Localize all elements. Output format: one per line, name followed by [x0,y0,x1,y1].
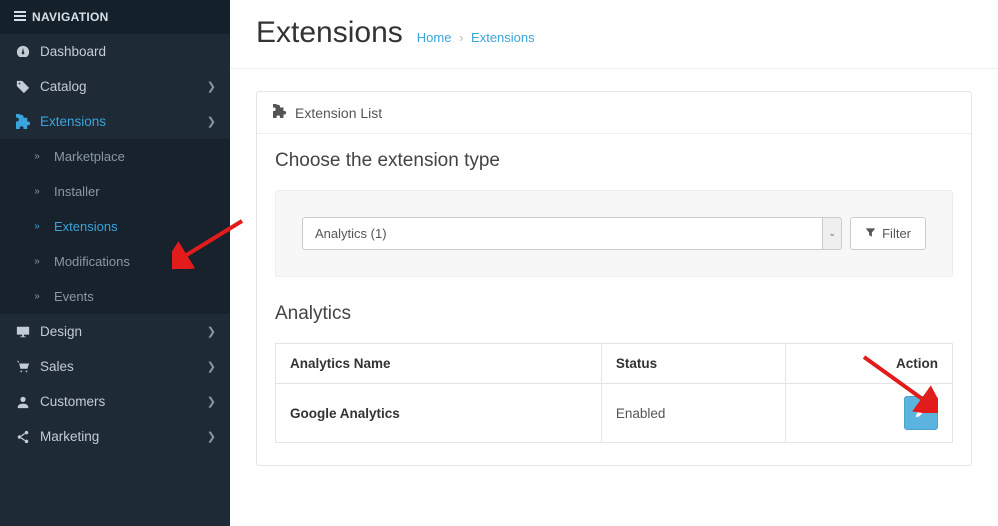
hamburger-icon [14,10,26,24]
sidebar-item-dashboard[interactable]: Dashboard [0,34,230,69]
table-row: Google Analytics Enabled [276,384,953,443]
sidebar-subitem-modifications[interactable]: » Modifications [0,244,230,279]
sidebar-item-label: Dashboard [40,44,106,59]
breadcrumb: Home › Extensions [417,30,535,45]
filter-button-label: Filter [882,226,911,241]
sidebar-item-label: Marketing [40,429,99,444]
breadcrumb-current[interactable]: Extensions [471,30,535,45]
chevron-right-icon: ❯ [207,360,216,373]
page-title: Extensions [256,16,403,50]
chevron-right-icon: ❯ [207,325,216,338]
edit-button[interactable] [904,396,938,430]
double-chevron-icon: » [28,256,46,267]
filter-button[interactable]: Filter [850,217,926,250]
sidebar-item-catalog[interactable]: Catalog ❯ [0,69,230,104]
sidebar-subitem-events[interactable]: » Events [0,279,230,314]
extension-list-panel: Extension List Choose the extension type… [256,91,972,466]
sidebar-subitem-extensions[interactable]: » Extensions [0,209,230,244]
dashboard-icon [14,45,32,59]
user-icon [14,395,32,409]
pencil-icon [914,405,928,422]
sidebar-item-label: Installer [54,184,100,199]
extension-type-select[interactable]: Analytics (1) ⌄ [302,217,842,250]
table-header-row: Analytics Name Status Action [276,344,953,384]
double-chevron-icon: » [28,291,46,302]
sidebar-item-label: Catalog [40,79,87,94]
select-value: Analytics (1) [302,217,822,250]
breadcrumb-home[interactable]: Home [417,30,452,45]
panel-title: Extension List [295,105,382,121]
analytics-table: Analytics Name Status Action Google Anal… [275,343,953,443]
breadcrumb-separator: › [459,30,463,45]
sidebar-item-sales[interactable]: Sales ❯ [0,349,230,384]
sidebar-item-label: Design [40,324,82,339]
sidebar-header: NAVIGATION [0,0,230,34]
double-chevron-icon: » [28,151,46,162]
sidebar-item-label: Sales [40,359,74,374]
sidebar-item-label: Marketplace [54,149,125,164]
chevron-right-icon: ❯ [207,115,216,128]
col-action: Action [786,344,953,384]
cell-name: Google Analytics [276,384,602,443]
col-name: Analytics Name [276,344,602,384]
sidebar-item-label: Events [54,289,94,304]
puzzle-icon [273,104,287,121]
cell-action [786,384,953,443]
panel-header: Extension List [257,92,971,134]
filter-icon [865,226,876,241]
sidebar-subitem-marketplace[interactable]: » Marketplace [0,139,230,174]
sidebar-item-label: Modifications [54,254,130,269]
chevron-right-icon: ❯ [207,80,216,93]
share-icon [14,430,32,444]
chevron-down-icon[interactable]: ⌄ [822,217,842,250]
sidebar-item-label: Customers [40,394,105,409]
choose-type-title: Choose the extension type [275,150,953,172]
double-chevron-icon: » [28,221,46,232]
cart-icon [14,360,32,374]
page-header: Extensions Home › Extensions [230,0,998,69]
sidebar: NAVIGATION Dashboard Catalog ❯ Extension… [0,0,230,526]
main-content: Extensions Home › Extensions Extension L… [230,0,998,526]
sidebar-header-label: NAVIGATION [32,10,109,24]
tag-icon [14,80,32,94]
sidebar-item-label: Extensions [40,114,106,129]
chevron-right-icon: ❯ [207,430,216,443]
sidebar-submenu-extensions: » Marketplace » Installer » Extensions »… [0,139,230,314]
sidebar-item-customers[interactable]: Customers ❯ [0,384,230,419]
sidebar-item-extensions[interactable]: Extensions ❯ [0,104,230,139]
sidebar-item-marketing[interactable]: Marketing ❯ [0,419,230,454]
double-chevron-icon: » [28,186,46,197]
analytics-section-title: Analytics [275,303,953,325]
desktop-icon [14,325,32,339]
sidebar-item-design[interactable]: Design ❯ [0,314,230,349]
sidebar-item-label: Extensions [54,219,118,234]
sidebar-subitem-installer[interactable]: » Installer [0,174,230,209]
cell-status: Enabled [601,384,785,443]
chevron-right-icon: ❯ [207,395,216,408]
col-status: Status [601,344,785,384]
puzzle-icon [14,114,32,129]
filter-well: Analytics (1) ⌄ Filter [275,190,953,277]
